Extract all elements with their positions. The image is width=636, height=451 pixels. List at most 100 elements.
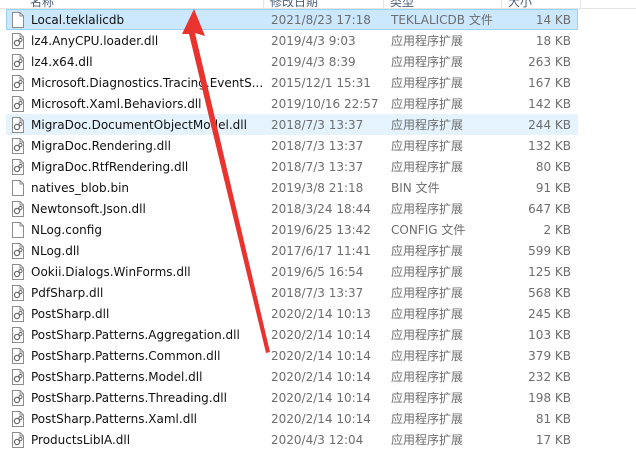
dll-file-icon <box>12 390 24 406</box>
file-row[interactable]: PostSharp.Patterns.Threading.dll 2020/2/1… <box>6 387 578 408</box>
column-header-bar: 名称 修改日期 类型 大小 <box>0 0 636 9</box>
file-name: PostSharp.Patterns.Model.dll <box>31 370 203 384</box>
file-type: 应用程序扩展 <box>391 307 464 321</box>
file-name: PostSharp.Patterns.Common.dll <box>31 349 221 363</box>
file-type: 应用程序扩展 <box>391 349 464 363</box>
file-row[interactable]: PostSharp.Patterns.Common.dll 2020/2/14 1… <box>6 345 578 366</box>
file-row[interactable]: NLog.dll 2017/6/17 11:41 应用程序扩展 599 KB <box>6 240 578 261</box>
file-size: 245 KB <box>528 307 571 321</box>
column-header-type[interactable]: 类型 <box>390 0 414 8</box>
file-modified-date: 2019/10/16 22:57 <box>271 97 379 111</box>
dll-file-icon <box>12 243 24 259</box>
file-row[interactable]: Microsoft.Diagnostics.Tracing.EventS... 2… <box>6 72 578 93</box>
file-row[interactable]: PostSharp.Patterns.Aggregation.dll 2020/2… <box>6 324 578 345</box>
file-row[interactable]: Newtonsoft.Json.dll 2018/3/24 18:44 应用程序扩展… <box>6 198 578 219</box>
dll-file-icon <box>12 327 24 343</box>
file-row[interactable]: Local.teklalicdb 2021/8/23 17:18 TEKLALICD… <box>6 9 578 30</box>
file-row[interactable]: PdfSharp.dll 2018/7/3 13:37 应用程序扩展 568 KB <box>6 282 578 303</box>
file-row[interactable]: MigraDoc.Rendering.dll 2018/7/3 13:37 应用程序… <box>6 135 578 156</box>
file-row[interactable]: natives_blob.bin 2019/3/8 21:18 BIN 文件 91 K… <box>6 177 578 198</box>
dll-file-icon <box>12 201 24 217</box>
file-type: BIN 文件 <box>391 181 440 195</box>
file-size: 14 KB <box>535 13 571 27</box>
dll-file-icon <box>12 54 24 70</box>
file-modified-date: 2020/2/14 10:14 <box>271 328 371 342</box>
file-modified-date: 2019/6/25 13:42 <box>271 223 371 237</box>
file-row[interactable]: PostSharp.Patterns.Xaml.dll 2020/2/14 10:… <box>6 408 578 429</box>
file-modified-date: 2020/4/3 12:04 <box>271 433 364 447</box>
file-name: lz4.x64.dll <box>31 55 93 69</box>
file-modified-date: 2019/6/5 16:54 <box>271 265 364 279</box>
dll-file-icon <box>12 96 24 112</box>
file-size: 244 KB <box>528 118 571 132</box>
file-modified-date: 2019/4/3 8:39 <box>271 55 356 69</box>
file-name: NLog.dll <box>31 244 80 258</box>
file-name: Microsoft.Xaml.Behaviors.dll <box>31 97 202 111</box>
file-modified-date: 2018/7/3 13:37 <box>271 160 364 174</box>
file-modified-date: 2019/3/8 21:18 <box>271 181 364 195</box>
file-type: 应用程序扩展 <box>391 328 464 342</box>
dll-file-icon <box>12 117 24 133</box>
file-row[interactable]: MigraDoc.DocumentObjectModel.dll 2018/7/3… <box>6 114 578 135</box>
file-size: 232 KB <box>528 370 571 384</box>
file-name: MigraDoc.RtfRendering.dll <box>31 160 189 174</box>
dll-file-icon <box>12 432 24 448</box>
file-name: PostSharp.Patterns.Xaml.dll <box>31 412 197 426</box>
file-type: CONFIG 文件 <box>391 223 466 237</box>
file-modified-date: 2018/7/3 13:37 <box>271 286 364 300</box>
plain-file-icon <box>12 180 24 196</box>
file-row[interactable]: lz4.x64.dll 2019/4/3 8:39 应用程序扩展 263 KB <box>6 51 578 72</box>
file-modified-date: 2017/6/17 11:41 <box>271 244 371 258</box>
file-size: 81 KB <box>535 412 571 426</box>
dll-file-icon <box>12 348 24 364</box>
file-modified-date: 2018/7/3 13:37 <box>271 139 364 153</box>
file-size: 18 KB <box>535 34 571 48</box>
file-type: 应用程序扩展 <box>391 412 464 426</box>
file-modified-date: 2018/7/3 13:37 <box>271 118 364 132</box>
dll-file-icon <box>12 285 24 301</box>
file-type: 应用程序扩展 <box>391 139 464 153</box>
file-size: 167 KB <box>528 76 571 90</box>
column-divider[interactable] <box>501 0 502 8</box>
file-row[interactable]: Ookii.Dialogs.WinForms.dll 2019/6/5 16:54… <box>6 261 578 282</box>
column-header-size[interactable]: 大小 <box>508 0 532 8</box>
column-divider[interactable] <box>580 0 581 8</box>
file-row[interactable]: ProductsLibIA.dll 2020/4/3 12:04 应用程序扩展 17 … <box>6 429 578 450</box>
file-name: MigraDoc.DocumentObjectModel.dll <box>31 118 247 132</box>
file-type: 应用程序扩展 <box>391 391 464 405</box>
file-type: 应用程序扩展 <box>391 202 464 216</box>
plain-file-icon <box>12 222 24 238</box>
dll-file-icon <box>12 75 24 91</box>
column-divider[interactable] <box>263 0 264 8</box>
file-type: 应用程序扩展 <box>391 76 464 90</box>
dll-file-icon <box>12 138 24 154</box>
file-row[interactable]: Microsoft.Xaml.Behaviors.dll 2019/10/16 2… <box>6 93 578 114</box>
file-size: 599 KB <box>528 244 571 258</box>
plain-file-icon <box>12 12 24 28</box>
file-row[interactable]: MigraDoc.RtfRendering.dll 2018/7/3 13:37 应… <box>6 156 578 177</box>
column-header-date[interactable]: 修改日期 <box>270 0 318 8</box>
file-size: 80 KB <box>535 160 571 174</box>
dll-file-icon <box>12 369 24 385</box>
column-divider[interactable] <box>383 0 384 8</box>
file-type: 应用程序扩展 <box>391 265 464 279</box>
file-size: 2 KB <box>543 223 571 237</box>
column-header-name[interactable]: 名称 <box>30 0 54 8</box>
file-row[interactable]: lz4.AnyCPU.loader.dll 2019/4/3 9:03 应用程序扩展… <box>6 30 578 51</box>
file-type: 应用程序扩展 <box>391 118 464 132</box>
file-size: 142 KB <box>528 97 571 111</box>
dll-file-icon <box>12 264 24 280</box>
file-row[interactable]: PostSharp.Patterns.Model.dll 2020/2/14 10… <box>6 366 578 387</box>
dll-file-icon <box>12 159 24 175</box>
file-row[interactable]: NLog.config 2019/6/25 13:42 CONFIG 文件 2 KB <box>6 219 578 240</box>
file-name: PostSharp.dll <box>31 307 110 321</box>
file-size: 125 KB <box>528 265 571 279</box>
dll-file-icon <box>12 33 24 49</box>
file-type: 应用程序扩展 <box>391 160 464 174</box>
file-type: 应用程序扩展 <box>391 370 464 384</box>
file-type: 应用程序扩展 <box>391 433 464 447</box>
dll-file-icon <box>12 411 24 427</box>
file-name: Local.teklalicdb <box>31 13 125 27</box>
file-modified-date: 2019/4/3 9:03 <box>271 34 356 48</box>
file-row[interactable]: PostSharp.dll 2020/2/14 10:13 应用程序扩展 245 KB <box>6 303 578 324</box>
